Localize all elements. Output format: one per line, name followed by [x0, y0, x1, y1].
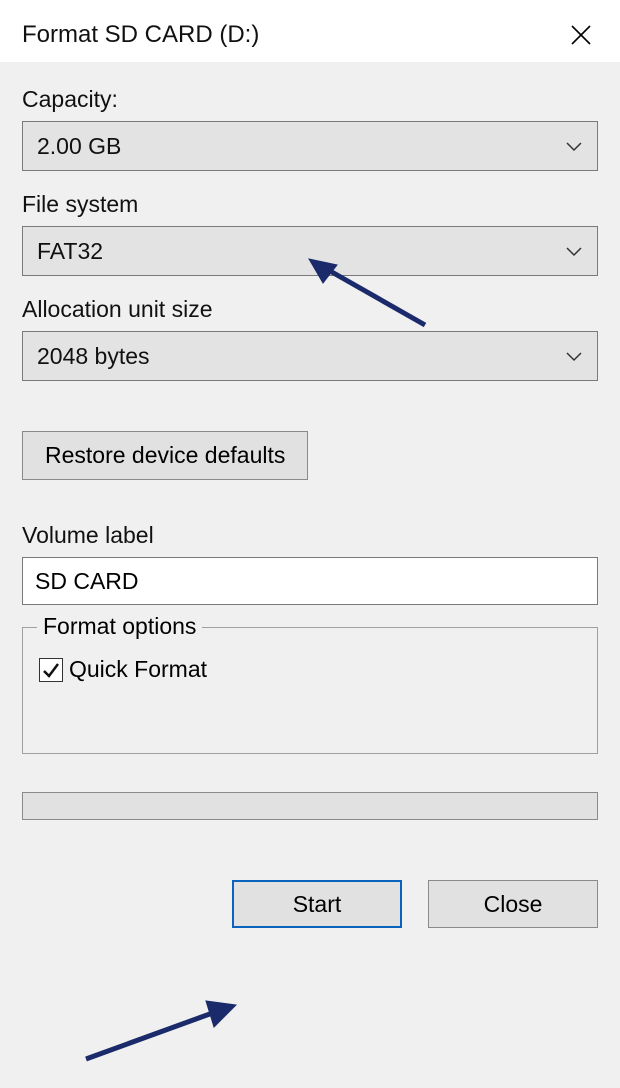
chevron-down-icon: [565, 349, 583, 363]
dialog-body: Capacity: 2.00 GB File system FAT32 Allo…: [0, 62, 620, 1088]
quick-format-checkbox[interactable]: Quick Format: [39, 656, 581, 683]
filesystem-section: File system FAT32: [22, 191, 598, 276]
annotation-arrow-icon: [78, 997, 243, 1065]
allocation-label: Allocation unit size: [22, 296, 598, 323]
capacity-value: 2.00 GB: [37, 133, 121, 160]
close-button[interactable]: Close: [428, 880, 598, 928]
allocation-dropdown[interactable]: 2048 bytes: [22, 331, 598, 381]
titlebar: Format SD CARD (D:): [0, 0, 620, 62]
close-icon[interactable]: [564, 18, 598, 52]
filesystem-label: File system: [22, 191, 598, 218]
volume-input[interactable]: [22, 557, 598, 605]
capacity-section: Capacity: 2.00 GB: [22, 86, 598, 171]
progress-bar: [22, 792, 598, 820]
volume-label: Volume label: [22, 522, 598, 549]
filesystem-dropdown[interactable]: FAT32: [22, 226, 598, 276]
filesystem-value: FAT32: [37, 238, 103, 265]
restore-defaults-button[interactable]: Restore device defaults: [22, 431, 308, 480]
checkbox-icon: [39, 658, 63, 682]
format-options-fieldset: Format options Quick Format: [22, 627, 598, 754]
quick-format-label: Quick Format: [69, 656, 207, 683]
allocation-section: Allocation unit size 2048 bytes: [22, 296, 598, 381]
format-options-legend: Format options: [37, 613, 202, 640]
window-title: Format SD CARD (D:): [22, 21, 259, 49]
allocation-value: 2048 bytes: [37, 343, 150, 370]
volume-section: Volume label: [22, 522, 598, 605]
capacity-label: Capacity:: [22, 86, 598, 113]
capacity-dropdown[interactable]: 2.00 GB: [22, 121, 598, 171]
chevron-down-icon: [565, 244, 583, 258]
button-row: Start Close: [22, 880, 598, 928]
chevron-down-icon: [565, 139, 583, 153]
start-button[interactable]: Start: [232, 880, 402, 928]
